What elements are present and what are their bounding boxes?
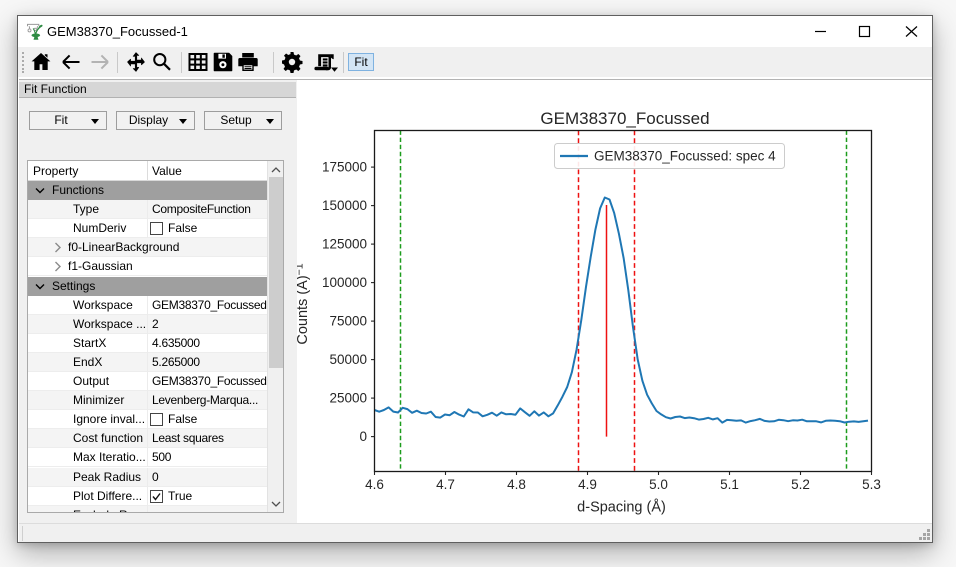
svg-text:Counts (Å)−1: Counts (Å)−1: [297, 263, 311, 344]
svg-text:150000: 150000: [322, 198, 367, 213]
svg-text:4.6: 4.6: [365, 477, 384, 492]
svg-text:d-Spacing (Å): d-Spacing (Å): [577, 499, 666, 516]
svg-text:5.2: 5.2: [791, 477, 810, 492]
svg-text:5.0: 5.0: [649, 477, 668, 492]
svg-text:125000: 125000: [322, 237, 367, 252]
svg-text:4.8: 4.8: [507, 477, 526, 492]
svg-text:5.3: 5.3: [862, 477, 881, 492]
svg-text:5.1: 5.1: [720, 477, 739, 492]
svg-text:25000: 25000: [329, 391, 367, 406]
svg-text:50000: 50000: [329, 352, 367, 367]
svg-text:GEM38370_Focussed: spec 4: GEM38370_Focussed: spec 4: [594, 149, 776, 164]
svg-text:175000: 175000: [322, 160, 367, 175]
svg-text:4.9: 4.9: [578, 477, 597, 492]
svg-text:4.7: 4.7: [436, 477, 455, 492]
svg-text:75000: 75000: [329, 314, 367, 329]
svg-text:100000: 100000: [322, 275, 367, 290]
svg-text:GEM38370_Focussed: GEM38370_Focussed: [540, 109, 709, 128]
svg-text:0: 0: [359, 429, 367, 444]
